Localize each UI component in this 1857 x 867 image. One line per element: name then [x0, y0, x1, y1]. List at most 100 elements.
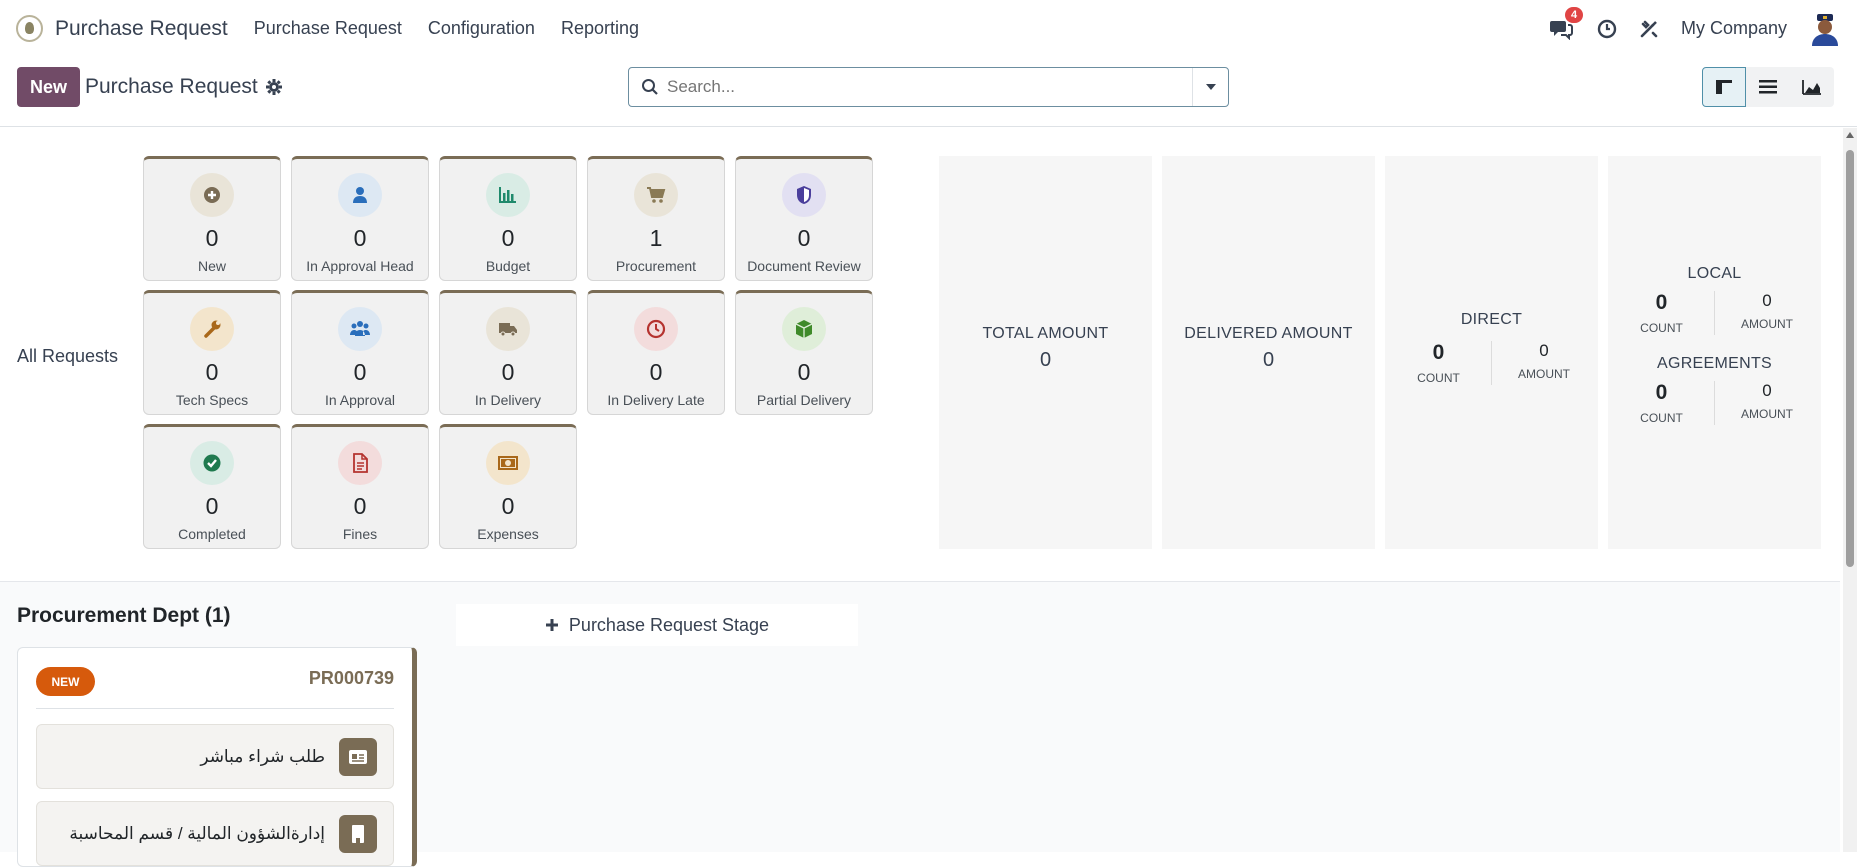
- dashboard-panel: All Requests 0 New 0 In Approval Head 0 Budge…: [0, 128, 1840, 581]
- direct-title: DIRECT: [1460, 311, 1523, 328]
- add-stage-button[interactable]: Purchase Request Stage: [456, 604, 858, 646]
- app-title[interactable]: Purchase Request: [55, 17, 228, 41]
- clock-icon: [646, 319, 666, 339]
- local-amount: 0: [1762, 291, 1772, 310]
- document-icon: [353, 453, 368, 473]
- status-tile[interactable]: 0 In Approval: [291, 290, 429, 415]
- list-view-button[interactable]: [1746, 67, 1790, 107]
- tile-count: 0: [501, 359, 515, 385]
- scroll-up-arrow[interactable]: [1846, 132, 1854, 138]
- status-tile[interactable]: 0 Document Review: [735, 156, 873, 281]
- request-type-text: طلب شراء مباشر: [200, 746, 325, 766]
- new-button[interactable]: New: [17, 67, 80, 107]
- add-stage-label: Purchase Request Stage: [568, 614, 770, 635]
- tools-icon[interactable]: [1639, 19, 1659, 39]
- top-navbar: Purchase Request Purchase Request Config…: [0, 0, 1857, 57]
- total-amount-title: TOTAL AMOUNT: [982, 325, 1109, 342]
- tile-icon-wrap: [190, 441, 234, 485]
- status-tile[interactable]: 0 New: [143, 156, 281, 281]
- direct-amount: 0: [1539, 341, 1549, 360]
- status-tile[interactable]: 0 Fines: [291, 424, 429, 549]
- tile-count: 0: [797, 225, 811, 251]
- status-tile[interactable]: 1 Procurement: [587, 156, 725, 281]
- delivered-amount-title: DELIVERED AMOUNT: [1184, 325, 1353, 342]
- tile-icon-wrap: [338, 173, 382, 217]
- local-metrics: 0 COUNT 0 AMOUNT: [1608, 291, 1821, 335]
- tile-icon-wrap: [190, 173, 234, 217]
- total-amount-value: 0: [1039, 349, 1052, 371]
- status-tile[interactable]: 0 In Delivery Late: [587, 290, 725, 415]
- company-switcher[interactable]: My Company: [1681, 18, 1787, 39]
- status-tile[interactable]: 0 In Delivery: [439, 290, 577, 415]
- direct-count-label: COUNT: [1417, 371, 1460, 385]
- local-count-label: COUNT: [1640, 321, 1683, 335]
- tile-count: 1: [649, 225, 663, 251]
- tile-count: 0: [205, 359, 219, 385]
- user-avatar[interactable]: [1809, 12, 1841, 46]
- user-icon: [353, 187, 367, 203]
- kanban-icon: [1716, 80, 1732, 94]
- cart-icon: [647, 187, 666, 203]
- status-tile[interactable]: 0 Partial Delivery: [735, 290, 873, 415]
- agreements-amount: 0: [1762, 381, 1772, 400]
- tile-count: 0: [501, 225, 515, 251]
- gear-icon[interactable]: [265, 79, 282, 95]
- tile-icon-wrap: [634, 307, 678, 351]
- agreements-amount-label: AMOUNT: [1741, 407, 1793, 421]
- delivered-amount-card: DELIVERED AMOUNT 0: [1162, 156, 1375, 549]
- status-tile[interactable]: 0 In Approval Head: [291, 156, 429, 281]
- tile-label: New: [197, 258, 226, 274]
- control-panel: New Purchase Request: [0, 57, 1857, 127]
- delivered-amount-value: 0: [1262, 349, 1275, 371]
- menu-reporting[interactable]: Reporting: [561, 18, 639, 39]
- kanban-view-button[interactable]: [1702, 67, 1746, 107]
- tile-label: Budget: [485, 258, 531, 274]
- card-request-type: طلب شراء مباشر: [36, 724, 394, 789]
- messages-count-badge: 4: [1564, 6, 1584, 23]
- status-tile[interactable]: 0 Completed: [143, 424, 281, 549]
- tile-label: In Approval Head: [306, 258, 414, 274]
- menu-purchase-request[interactable]: Purchase Request: [254, 18, 402, 39]
- tile-label: Expenses: [477, 526, 539, 542]
- local-agreements-card: LOCAL 0 COUNT 0 AMOUNT AGREEMENTS 0 COUNT 0…: [1608, 156, 1821, 549]
- column-title[interactable]: Procurement Dept (1): [17, 604, 231, 628]
- menu-configuration[interactable]: Configuration: [428, 18, 535, 39]
- tile-label: In Delivery: [474, 392, 542, 408]
- tile-icon-wrap: [486, 307, 530, 351]
- tile-label: Fines: [342, 526, 378, 542]
- status-tile[interactable]: 0 Tech Specs: [143, 290, 281, 415]
- status-badge: NEW: [36, 667, 95, 696]
- area-chart-icon: [1802, 80, 1821, 95]
- tile-icon-wrap: [486, 173, 530, 217]
- scrollbar-thumb[interactable]: [1846, 150, 1854, 567]
- tile-count: 0: [205, 493, 219, 519]
- kanban-card[interactable]: NEW PR000739 طلب شراء مباشر إدارةالشؤون …: [17, 647, 417, 867]
- direct-count: 0: [1432, 341, 1445, 364]
- clock-icon[interactable]: [1597, 19, 1617, 39]
- app-logo-icon[interactable]: [16, 15, 43, 42]
- tile-label: Partial Delivery: [756, 392, 852, 408]
- tile-label: Completed: [178, 526, 246, 542]
- bar-chart-icon: [499, 187, 516, 203]
- navbar-systray: 4 My Company: [1549, 6, 1841, 46]
- local-title: LOCAL: [1687, 265, 1742, 282]
- messages-button[interactable]: 4: [1549, 6, 1584, 40]
- list-icon: [1759, 80, 1777, 94]
- all-requests-link[interactable]: All Requests: [17, 346, 118, 367]
- graph-view-button[interactable]: [1790, 67, 1834, 107]
- status-tile[interactable]: 0 Expenses: [439, 424, 577, 549]
- status-tile[interactable]: 0 Budget: [439, 156, 577, 281]
- building-icon: [339, 814, 377, 853]
- truck-icon: [499, 323, 517, 337]
- tile-count: 0: [649, 359, 663, 385]
- page-scrollbar[interactable]: [1843, 128, 1857, 852]
- tile-count: 0: [205, 225, 219, 251]
- breadcrumb: Purchase Request: [85, 75, 282, 99]
- card-department: إدارةالشؤون المالية / قسم المحاسبة: [36, 801, 394, 866]
- search-options-toggle[interactable]: [1192, 68, 1228, 106]
- tile-count: 0: [353, 493, 367, 519]
- check-circle-icon: [203, 454, 221, 472]
- direct-card: DIRECT 0 COUNT 0 AMOUNT: [1385, 156, 1598, 549]
- total-amount-card: TOTAL AMOUNT 0: [939, 156, 1152, 549]
- search-input[interactable]: [659, 68, 1192, 106]
